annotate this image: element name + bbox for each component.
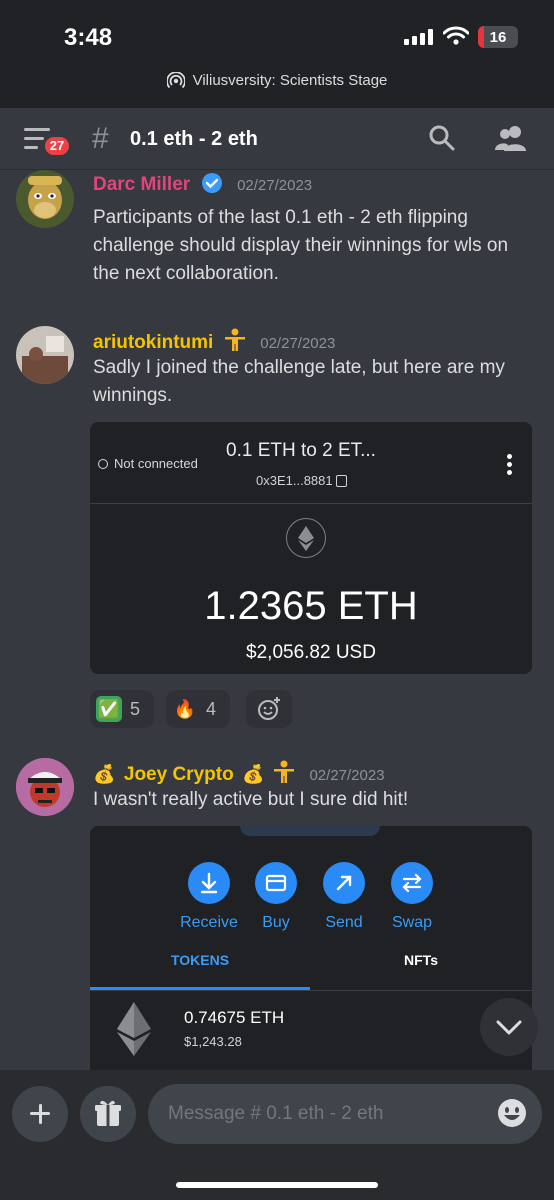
message-text: Sadly I joined the challenge late, but h… — [93, 357, 505, 406]
message-composer — [0, 1070, 554, 1200]
message-text: I wasn't really active but I sure did hi… — [93, 789, 409, 810]
cartoon-avatar-icon — [16, 758, 74, 816]
message-timestamp: 02/27/2023 — [309, 767, 385, 784]
receive-label: Receive — [180, 914, 238, 931]
add-attachment-button[interactable] — [12, 1086, 68, 1142]
channel-header: 27 # 0.1 eth - 2 eth — [0, 108, 554, 170]
swap-action: Swap — [377, 862, 447, 932]
buy-action: Buy — [241, 862, 311, 932]
money-bag-icon: 💰 — [93, 764, 116, 784]
stage-broadcast-icon — [166, 72, 185, 89]
swap-label: Swap — [391, 914, 433, 931]
stage-name: Viliusversity: Scientists Stage — [192, 72, 388, 89]
status-bar: 3:48 16 Viliusversity: Scientists Stage — [0, 0, 554, 108]
search-icon[interactable] — [428, 124, 456, 152]
disconnected-dot-icon — [98, 459, 108, 469]
battery-level: 16 — [489, 29, 507, 46]
emoji-picker-icon[interactable] — [497, 1098, 527, 1128]
chevron-down-icon — [496, 1020, 522, 1035]
unread-badge: 27 — [42, 134, 72, 158]
fire-icon: 🔥 — [173, 699, 197, 719]
reaction-fire[interactable]: 🔥 4 — [166, 690, 230, 728]
more-options-icon — [506, 454, 514, 476]
tab-nfts: NFTs — [404, 952, 438, 968]
ape-avatar-icon — [16, 170, 74, 228]
wallet-header: Not connected 0.1 ETH to 2 ET... 0x3E1..… — [90, 422, 532, 504]
wallet-screenshot-embed-2[interactable]: Receive Buy Send Swap TOKENS NFTs 0.7467… — [90, 826, 532, 1070]
battery-indicator: 16 — [478, 26, 518, 48]
money-bag-icon: 💰 — [242, 764, 265, 784]
message-author[interactable]: ariutokintumi — [93, 332, 213, 353]
reaction-check[interactable]: ✅ 5 — [90, 690, 154, 728]
receive-icon — [188, 862, 230, 904]
connection-status: Not connected — [98, 456, 198, 471]
photo-avatar-icon — [16, 326, 74, 384]
message-timestamp: 02/27/2023 — [237, 177, 313, 194]
status-time: 3:48 — [64, 24, 113, 51]
wifi-icon — [443, 26, 469, 45]
send-label: Send — [325, 914, 363, 931]
person-emoji-icon — [274, 760, 295, 783]
avatar[interactable] — [16, 758, 74, 816]
wallet-balance-usd: $2,056.82 USD — [246, 642, 376, 663]
check-mark-icon: ✅ — [96, 696, 122, 722]
send-arrow-icon — [323, 862, 365, 904]
ethereum-logo-icon — [286, 518, 326, 558]
wallet-balance: 1.2365 ETH — [204, 584, 418, 628]
message-timestamp: 02/27/2023 — [260, 335, 336, 352]
channel-hash-icon: # — [92, 122, 109, 155]
stage-banner[interactable]: Viliusversity: Scientists Stage — [0, 72, 554, 90]
reaction-count: 5 — [130, 699, 141, 719]
receive-action: Receive — [174, 862, 244, 932]
gift-icon — [95, 1100, 121, 1126]
token-value-usd: $1,243.28 — [184, 1034, 242, 1049]
copy-icon — [335, 475, 347, 487]
send-action: Send — [309, 862, 379, 932]
avatar[interactable] — [16, 326, 74, 384]
swap-icon — [391, 862, 433, 904]
person-emoji-icon — [224, 328, 245, 351]
account-address-text: 0x3E1...8881 — [256, 473, 333, 488]
add-reaction-icon — [258, 697, 280, 720]
members-icon[interactable] — [494, 124, 528, 152]
buy-label: Buy — [262, 914, 290, 931]
ethereum-logo-icon — [117, 1002, 151, 1056]
account-address: 0x3E1...8881 — [256, 473, 347, 488]
connection-status-label: Not connected — [114, 456, 198, 471]
message-text: Participants of the last 0.1 eth - 2 eth… — [93, 207, 509, 284]
jump-to-latest-button[interactable] — [480, 998, 538, 1056]
avatar[interactable] — [16, 170, 74, 228]
card-icon — [255, 862, 297, 904]
tab-tokens: TOKENS — [90, 950, 310, 990]
wallet-screenshot-embed[interactable]: Not connected 0.1 ETH to 2 ET... 0x3E1..… — [90, 422, 532, 674]
home-indicator — [176, 1182, 378, 1188]
message-input[interactable] — [148, 1084, 542, 1144]
channel-title[interactable]: 0.1 eth - 2 eth — [130, 128, 258, 151]
gift-button[interactable] — [80, 1086, 136, 1142]
verified-badge-icon — [201, 173, 222, 193]
message-author[interactable]: Darc Miller — [93, 174, 190, 195]
token-amount: 0.74675 ETH — [184, 1008, 285, 1027]
account-name: 0.1 ETH to 2 ET... — [226, 440, 376, 461]
message-author[interactable]: Joey Crypto — [124, 764, 234, 785]
network-pill — [240, 826, 380, 836]
cellular-signal-icon — [404, 29, 434, 45]
add-reaction-button[interactable] — [246, 690, 292, 728]
reaction-count: 4 — [206, 699, 217, 719]
